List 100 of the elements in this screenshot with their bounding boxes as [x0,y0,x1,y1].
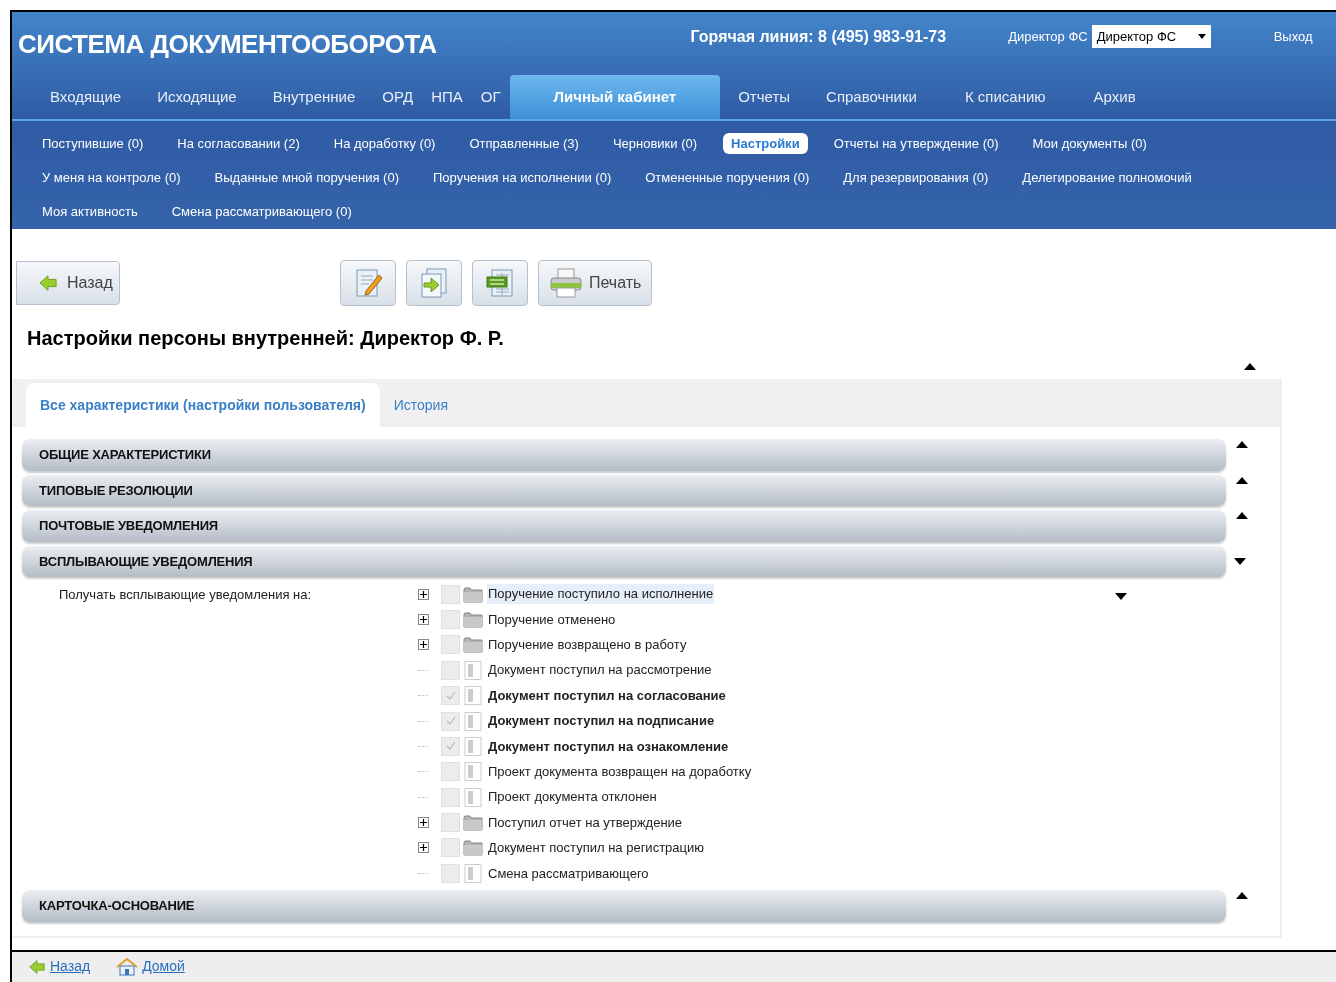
tree-item-label[interactable]: Поручение отменено [487,609,617,630]
tree-item-label[interactable]: Проект документа отклонен [487,787,658,807]
checkbox[interactable] [441,762,460,782]
sub-nav-link[interactable]: Смена рассматривающего (0) [163,201,360,223]
main-nav-tab[interactable]: Справочники [808,75,935,120]
folder-icon [463,814,483,832]
export-document-icon [418,267,450,299]
logout-link[interactable]: Выход [1273,27,1313,47]
main-nav-tab[interactable]: ОРД [373,75,423,120]
checkbox[interactable] [441,660,460,680]
sub-nav-link[interactable]: Для резервирования (0) [835,166,997,189]
dropdown-arrow-icon[interactable] [1115,593,1127,601]
sub-nav-link[interactable]: Поступившие (0) [34,132,152,154]
tree-item-label[interactable]: Документ поступил на согласование [487,685,727,706]
sub-nav-link[interactable]: Моя активность [34,201,146,223]
expand-button[interactable] [417,842,429,854]
checkbox[interactable] [441,584,460,604]
section-header[interactable]: ВСПЛЫВАЮЩИЕ УВЕДОМЛЕНИЯ [22,545,1226,578]
tree-item-label[interactable]: Смена рассматривающего [487,863,650,884]
sub-nav-link[interactable]: Мои документы (0) [1024,132,1155,154]
section-header[interactable]: ТИПОВЫЕ РЕЗОЛЮЦИИ [22,474,1226,507]
home-icon [116,957,139,976]
folder-icon [463,610,483,628]
section-header[interactable]: ОБЩИЕ ХАРАКТЕРИСТИКИ [22,439,1226,471]
document-icon [463,660,483,680]
document-icon [463,787,483,807]
caret-icon [1197,34,1206,39]
main-nav-tab[interactable]: Исходящие [139,75,255,120]
expand-arrow-icon[interactable] [1236,476,1248,484]
expand-arrow-icon[interactable] [1236,512,1248,520]
sub-nav-link[interactable]: На доработку (0) [325,132,444,154]
user-label: Директор ФС [1008,28,1088,46]
field-label: Получать всплывающие уведомления на: [59,586,313,605]
checkbox[interactable] [441,863,460,883]
printer-icon [549,268,583,298]
section-header[interactable]: КАРТОЧКА-ОСНОВАНИЕ [22,890,1226,922]
excel-export-button[interactable] [472,260,528,306]
sub-nav-link[interactable]: Настройки [723,132,808,154]
tree-item-label[interactable]: Документ поступил на рассмотрение [487,660,713,680]
home-link[interactable]: Домой [116,956,185,978]
expand-button[interactable] [417,588,429,600]
print-button[interactable]: Печать [538,260,653,306]
checkbox[interactable] [441,609,460,629]
page-title: Настройки персоны внутренней: Директор Ф. Р. [27,326,505,351]
sub-nav-link[interactable]: Отправленные (3) [461,132,587,154]
back-link[interactable]: Назад [28,956,91,978]
main-nav-tab[interactable]: Архив [1075,75,1154,120]
tree-item-label[interactable]: Документ поступил на ознакомление [487,736,730,757]
section-header[interactable]: ПОЧТОВЫЕ УВЕДОМЛЕНИЯ [22,510,1226,542]
tree-item-label[interactable]: Документ поступил на подписание [487,711,716,731]
tree-item-label[interactable]: Поручение возвращено в работу [487,635,688,655]
content-tab[interactable]: Все характеристики (настройки пользователя) [26,383,380,427]
checkbox[interactable] [441,736,460,756]
sub-nav-link[interactable]: На согласовании (2) [169,132,308,154]
sub-nav-link[interactable]: У меня на контроле (0) [34,166,189,189]
sub-nav-link[interactable]: Отмененные поручения (0) [637,166,818,189]
main-nav-tab[interactable]: Отчеты [720,75,809,120]
expand-button[interactable] [417,817,429,829]
content-tab[interactable]: История [379,383,462,427]
checkbox[interactable] [441,711,460,731]
spreadsheet-icon [484,267,516,299]
expand-arrow-icon[interactable] [1236,441,1248,448]
edit-button[interactable] [340,260,396,306]
tree-item-label[interactable]: Поступил отчет на утверждение [487,812,684,833]
sub-nav-link[interactable]: Поручения на исполнении (0) [425,166,620,189]
sub-nav-link[interactable]: Черновики (0) [604,132,706,154]
main-nav-tab[interactable]: ОГ [471,75,510,120]
folder-icon [463,839,483,857]
document-icon [463,736,483,756]
main-nav-tab[interactable]: К списанию [934,75,1076,120]
checkbox[interactable] [441,635,460,655]
main-nav-tab[interactable]: Внутренние [254,75,374,120]
document-icon [463,863,483,883]
tree-item-label[interactable]: Документ поступил на регистрацию [487,838,705,858]
main-nav-tab[interactable]: НПА [422,75,472,120]
sub-nav-link[interactable]: Выданные мной поручения (0) [206,166,407,189]
back-button[interactable]: Назад [16,261,120,305]
user-select[interactable]: Директор ФС [1091,25,1211,48]
collapse-icon[interactable] [1244,363,1256,370]
hotline-text: Горячая линия: 8 (495) 983-91-73 [690,27,947,47]
folder-icon [463,636,483,654]
document-icon [463,686,483,706]
checkbox[interactable] [441,838,460,858]
checkbox[interactable] [441,787,460,807]
back-arrow-icon [39,274,57,292]
tree-item-label[interactable]: Поручение поступило на исполнение [487,584,715,604]
collapse-arrow-icon[interactable] [1234,557,1246,565]
main-nav-tab[interactable]: Входящие [32,75,140,120]
document-icon [463,762,483,782]
expand-arrow-icon[interactable] [1236,892,1248,900]
back-arrow-icon [28,958,46,975]
expand-button[interactable] [417,639,429,651]
app-title: СИСТЕМА ДОКУМЕНТООБОРОТА [18,28,437,61]
checkbox[interactable] [441,686,460,706]
export-button[interactable] [406,260,462,306]
expand-button[interactable] [417,613,429,625]
checkbox[interactable] [441,813,460,833]
tree-item-label[interactable]: Проект документа возвращен на доработку [487,762,753,782]
sub-nav-link[interactable]: Отчеты на утверждение (0) [825,132,1007,154]
sub-nav-link[interactable]: Делегирование полномочий [1014,166,1200,189]
